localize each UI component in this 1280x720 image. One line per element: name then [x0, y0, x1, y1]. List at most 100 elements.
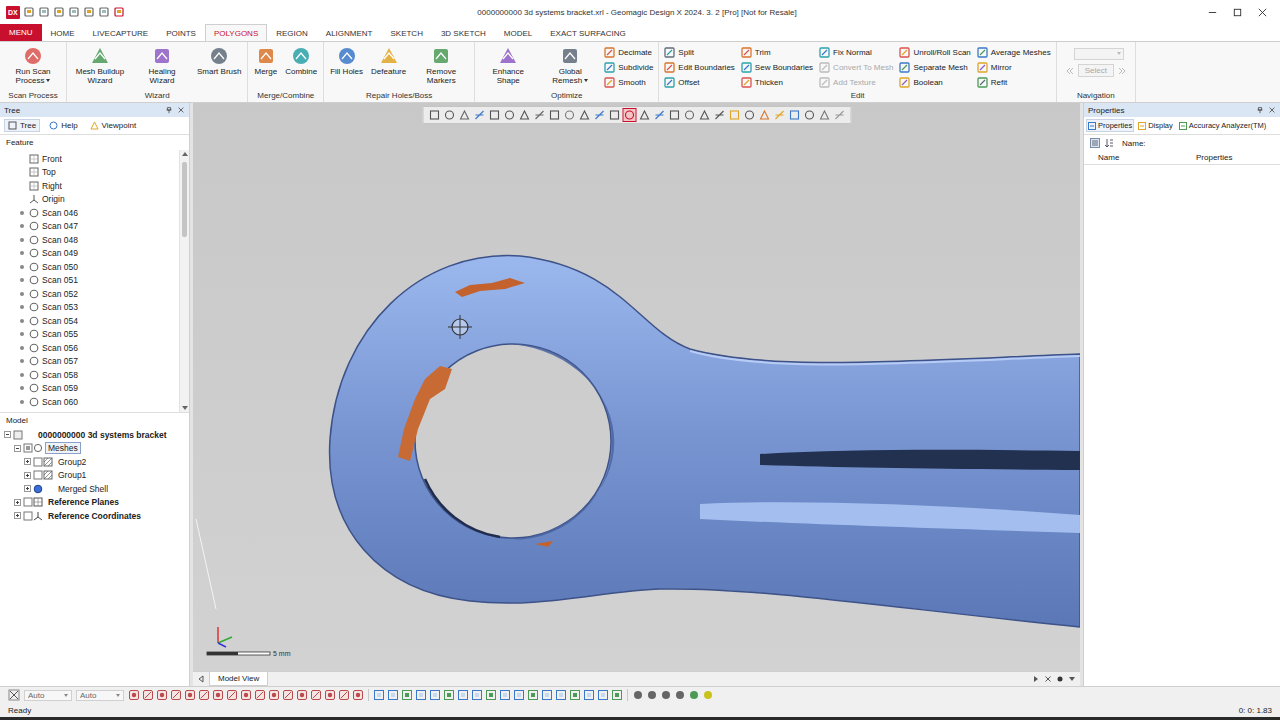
display-tool-icon[interactable]	[646, 689, 658, 701]
view-tool-icon[interactable]	[773, 109, 785, 121]
model-tree-item[interactable]: Reference Coordinates	[0, 509, 189, 523]
view-tool-icon[interactable]	[698, 109, 710, 121]
panel-tab[interactable]: Viewpoint	[87, 119, 140, 132]
feature-item[interactable]: Scan 048	[0, 233, 179, 247]
filter-dropdown[interactable]: Auto	[24, 690, 72, 701]
feature-item[interactable]: Right	[0, 179, 179, 193]
selection-tool-icon[interactable]	[212, 689, 224, 701]
quick-access-icon[interactable]	[98, 6, 110, 18]
feature-item[interactable]: Scan 055	[0, 328, 179, 342]
view-tool-icon[interactable]	[503, 109, 515, 121]
selection-tool-icon[interactable]	[296, 689, 308, 701]
view-tool-icon[interactable]	[387, 689, 399, 701]
view-tool-icon[interactable]	[471, 689, 483, 701]
navigation-select-field[interactable]: Select	[1078, 64, 1114, 77]
view-tool-icon[interactable]	[593, 109, 605, 121]
ribbon-small-button[interactable]: Average Meshes	[977, 45, 1051, 59]
view-tool-icon[interactable]	[758, 109, 770, 121]
feature-item[interactable]: Scan 053	[0, 301, 179, 315]
feature-item[interactable]: Scan 058	[0, 368, 179, 382]
view-tool-icon[interactable]	[728, 109, 740, 121]
pin-icon[interactable]	[165, 106, 173, 114]
column-header[interactable]: Name	[1084, 151, 1182, 164]
scroll-up-icon[interactable]	[181, 150, 189, 158]
view-tool-icon[interactable]	[668, 109, 680, 121]
model-tree-item[interactable]: Merged Shell	[0, 482, 189, 496]
view-menu-icon[interactable]	[1068, 675, 1076, 683]
expander-icon[interactable]	[14, 512, 21, 519]
ribbon-tab[interactable]: 3D SKETCH	[432, 24, 495, 41]
app-logo[interactable]: DX	[6, 6, 20, 19]
panel-tab[interactable]: Accuracy Analyzer(TM)	[1177, 119, 1269, 132]
selection-tool-icon[interactable]	[142, 689, 154, 701]
view-tool-icon[interactable]	[803, 109, 815, 121]
mesh-model[interactable]: 5 mm	[193, 103, 1080, 671]
ribbon-small-button[interactable]: Split	[664, 45, 734, 59]
ribbon-large-button[interactable]: Fill Holes	[327, 44, 366, 77]
view-list-icon[interactable]	[1056, 675, 1064, 683]
view-tool-icon[interactable]	[597, 689, 609, 701]
view-tool-icon[interactable]	[443, 689, 455, 701]
ribbon-large-button[interactable]: Healing Wizard	[132, 44, 192, 86]
feature-item[interactable]: Scan 059	[0, 382, 179, 396]
selection-tool-icon[interactable]	[198, 689, 210, 701]
3d-canvas[interactable]: 5 mm	[193, 103, 1080, 671]
ribbon-small-button[interactable]: Edit Boundaries	[664, 60, 734, 74]
ribbon-large-button[interactable]: Smart Brush	[194, 44, 244, 77]
ribbon-small-button[interactable]: Unroll/Roll Scan	[899, 45, 970, 59]
feature-item[interactable]: Origin	[0, 193, 179, 207]
model-tree-item[interactable]: Group1	[0, 469, 189, 483]
filter-dropdown[interactable]: Auto	[76, 690, 124, 701]
selection-tool-icon[interactable]	[352, 689, 364, 701]
ribbon-tab[interactable]: REGION	[267, 24, 317, 41]
view-tool-icon[interactable]	[788, 109, 800, 121]
feature-item[interactable]: Scan 057	[0, 355, 179, 369]
menu-button[interactable]: MENU	[0, 24, 42, 41]
previous-icon[interactable]	[1064, 66, 1076, 76]
ribbon-tab[interactable]: ALIGNMENT	[317, 24, 382, 41]
view-tool-icon[interactable]	[638, 109, 650, 121]
ribbon-tab[interactable]: HOME	[42, 24, 84, 41]
view-tool-icon[interactable]	[653, 109, 665, 121]
navigation-dropdown[interactable]	[1074, 48, 1124, 60]
view-tool-icon[interactable]	[473, 109, 485, 121]
model-tree-item[interactable]: Meshes	[0, 442, 189, 456]
panel-tab[interactable]: Help	[46, 119, 80, 132]
view-tool-icon[interactable]	[583, 689, 595, 701]
ribbon-small-button[interactable]: Boolean	[899, 75, 970, 89]
maximize-icon[interactable]	[1232, 7, 1243, 18]
quick-access-icon[interactable]	[38, 6, 50, 18]
ribbon-small-button[interactable]: Mirror	[977, 60, 1051, 74]
feature-item[interactable]: Front	[0, 152, 179, 166]
selection-tool-icon[interactable]	[128, 689, 140, 701]
ribbon-small-button[interactable]: Subdivide	[604, 60, 653, 74]
display-tool-icon[interactable]	[702, 689, 714, 701]
view-tool-icon[interactable]	[488, 109, 500, 121]
view-tool-icon[interactable]	[818, 109, 830, 121]
view-tool-icon[interactable]	[623, 109, 635, 121]
view-tool-icon[interactable]	[541, 689, 553, 701]
view-tool-icon[interactable]	[429, 689, 441, 701]
view-tool-icon[interactable]	[743, 109, 755, 121]
selection-tool-icon[interactable]	[184, 689, 196, 701]
view-tab[interactable]: Model View	[209, 672, 268, 686]
ribbon-small-button[interactable]: Thicken	[741, 75, 813, 89]
ribbon-large-button[interactable]: Remove Markers	[411, 44, 471, 86]
pin-icon[interactable]	[1256, 106, 1264, 114]
feature-item[interactable]: Scan 056	[0, 341, 179, 355]
sort-icon[interactable]	[1104, 138, 1114, 148]
feature-item[interactable]: Scan 049	[0, 247, 179, 261]
view-tool-icon[interactable]	[555, 689, 567, 701]
panel-tab[interactable]: Display	[1136, 119, 1175, 132]
selection-tool-icon[interactable]	[324, 689, 336, 701]
scroll-thumb[interactable]	[182, 162, 187, 237]
ribbon-small-button[interactable]: Refit	[977, 75, 1051, 89]
selection-tool-icon[interactable]	[282, 689, 294, 701]
model-tree-item[interactable]: Reference Planes	[0, 496, 189, 510]
ribbon-tab[interactable]: SKETCH	[381, 24, 431, 41]
ribbon-large-button[interactable]: Global Remesh	[540, 44, 600, 86]
view-tool-icon[interactable]	[499, 689, 511, 701]
selection-tool-icon[interactable]	[254, 689, 266, 701]
view-tool-icon[interactable]	[713, 109, 725, 121]
expander-icon[interactable]	[14, 445, 21, 452]
